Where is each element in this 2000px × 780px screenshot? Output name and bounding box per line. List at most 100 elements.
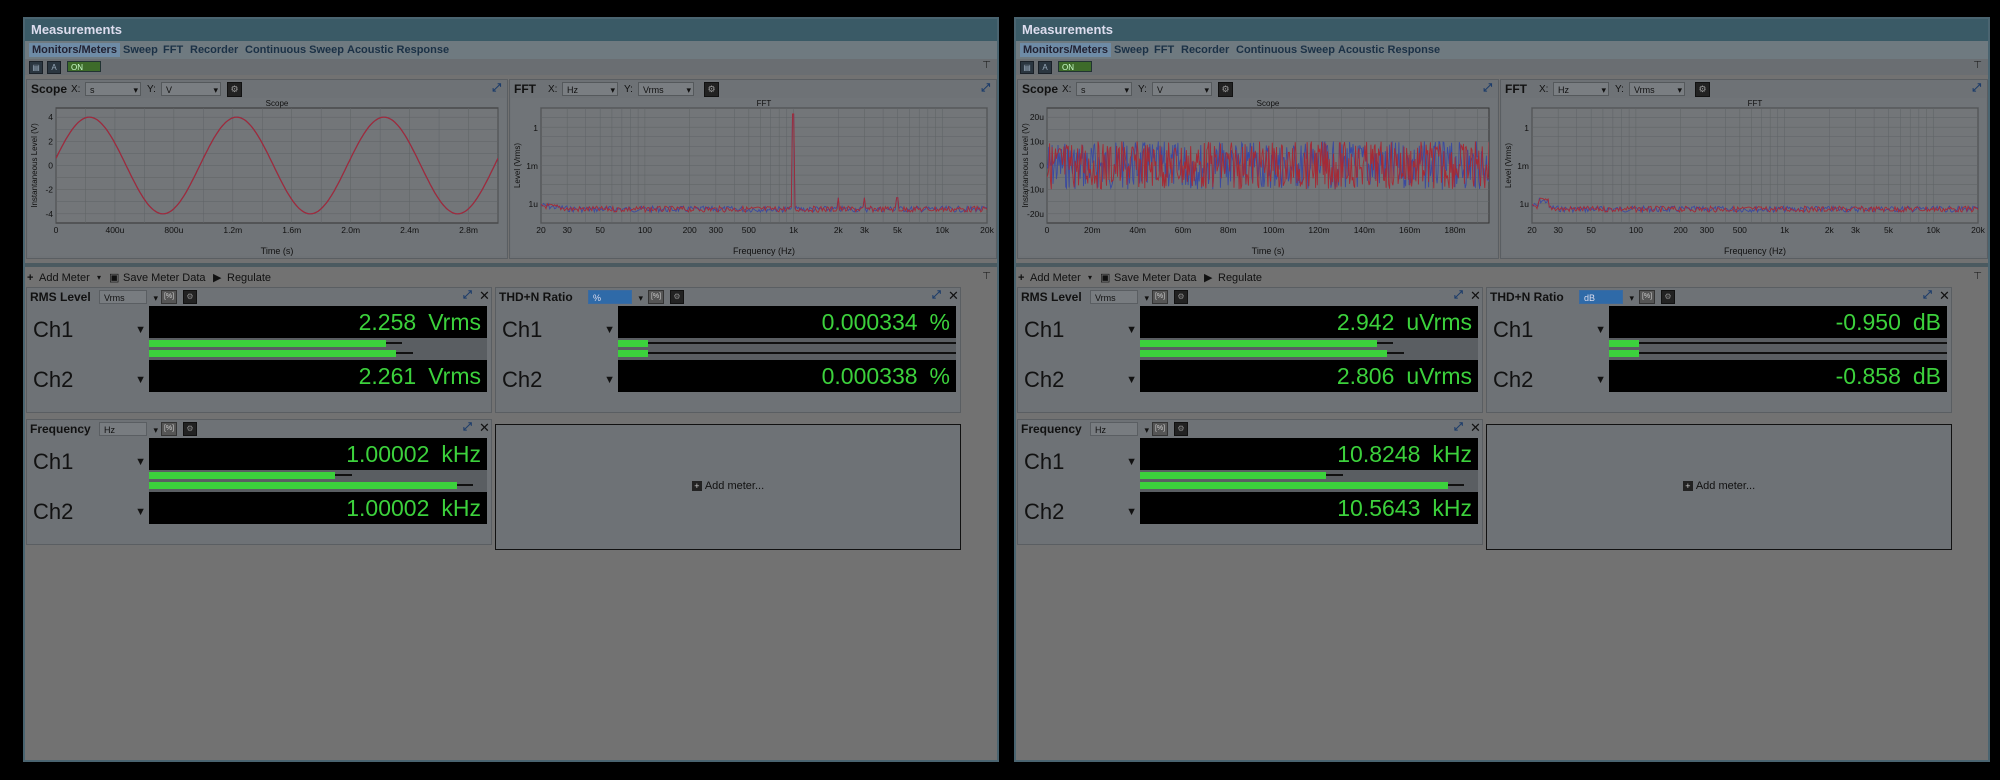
- x-tick-label: 50: [595, 225, 605, 235]
- regulate-button[interactable]: Regulate: [227, 271, 271, 285]
- pin-icon[interactable]: ⊤: [982, 271, 991, 282]
- ch2-selector[interactable]: Ch2 ▼: [30, 490, 148, 534]
- y-unit-select[interactable]: Vrms: [1629, 82, 1685, 97]
- x-unit-select[interactable]: Hz: [1553, 82, 1609, 97]
- meter-settings-icon[interactable]: ⚙: [1174, 290, 1188, 304]
- unit-select[interactable]: Vrms: [99, 290, 158, 305]
- meter-settings-icon[interactable]: ⚙: [1174, 422, 1188, 436]
- fft-graph[interactable]: FFT Frequency (Hz) Level (Vrms) 20 30 50 100 20…: [1502, 98, 1986, 256]
- scope-graph[interactable]: Scope Time (s) Instantaneous Level (V) 0 20m…: [1019, 98, 1497, 256]
- graph-settings-icon[interactable]: ⚙: [1695, 82, 1710, 97]
- add-meter-panel[interactable]: + Add meter...: [495, 424, 961, 550]
- tab-acoustic-response[interactable]: Acoustic Response: [347, 43, 449, 57]
- monitor-on-toggle[interactable]: ON: [1058, 61, 1092, 72]
- meter-settings-icon[interactable]: ⚙: [1661, 290, 1675, 304]
- close-icon[interactable]: ✕: [479, 420, 490, 436]
- ch1-selector[interactable]: Ch1 ▼: [1021, 308, 1139, 352]
- popout-icon[interactable]: ⤢: [492, 82, 501, 95]
- monitor-layout-icon[interactable]: ▤: [1020, 61, 1034, 74]
- graph-settings-icon[interactable]: ⚙: [1218, 82, 1233, 97]
- ch1-selector[interactable]: Ch1 ▼: [499, 308, 617, 352]
- ch2-selector[interactable]: Ch2 ▼: [1021, 490, 1139, 534]
- unit-select[interactable]: dB: [1579, 290, 1634, 305]
- dropdown-icon[interactable]: ▾: [1088, 271, 1092, 285]
- save-meter-data-button[interactable]: Save Meter Data: [1114, 271, 1197, 285]
- tab-acoustic-response[interactable]: Acoustic Response: [1338, 43, 1440, 57]
- tab-monitors-meters[interactable]: Monitors/Meters: [1020, 43, 1111, 57]
- dropdown-icon[interactable]: ▾: [97, 271, 101, 285]
- ch2-selector[interactable]: Ch2 ▼: [30, 358, 148, 402]
- graph-settings-icon[interactable]: ⚙: [704, 82, 719, 97]
- add-meter-button[interactable]: Add Meter: [1030, 271, 1081, 285]
- y-unit-select[interactable]: Vrms: [638, 82, 694, 97]
- add-meter-link[interactable]: + Add meter...: [496, 480, 960, 492]
- popout-icon[interactable]: ⤢: [1923, 289, 1932, 302]
- tab-fft[interactable]: FFT: [163, 43, 183, 57]
- close-icon[interactable]: ✕: [1470, 420, 1481, 436]
- add-meter-button[interactable]: Add Meter: [39, 271, 90, 285]
- unit-select[interactable]: Vrms: [1090, 290, 1149, 305]
- tab-continuous-sweep[interactable]: Continuous Sweep: [1236, 43, 1335, 57]
- monitor-on-toggle[interactable]: ON: [67, 61, 101, 72]
- popout-icon[interactable]: ⤢: [1483, 82, 1492, 95]
- display-format-icon[interactable]: [%]: [161, 290, 177, 304]
- display-format-icon[interactable]: [%]: [161, 422, 177, 436]
- popout-icon[interactable]: ⤢: [1454, 289, 1463, 302]
- close-icon[interactable]: ✕: [479, 288, 490, 304]
- save-meter-data-button[interactable]: Save Meter Data: [123, 271, 206, 285]
- add-meter-panel[interactable]: + Add meter...: [1486, 424, 1952, 550]
- splitter[interactable]: [1016, 263, 1988, 267]
- ch1-selector[interactable]: Ch1 ▼: [1490, 308, 1608, 352]
- unit-select[interactable]: Hz: [99, 422, 158, 437]
- ch1-selector[interactable]: Ch1 ▼: [30, 308, 148, 352]
- pin-icon[interactable]: ⊤: [982, 60, 991, 71]
- pin-icon[interactable]: ⊤: [1973, 60, 1982, 71]
- display-format-icon[interactable]: [%]: [1152, 290, 1168, 304]
- tab-sweep[interactable]: Sweep: [1114, 43, 1149, 57]
- y-axis-title: Instantaneous Level (V): [30, 123, 39, 208]
- ch2-selector[interactable]: Ch2 ▼: [1021, 358, 1139, 402]
- display-format-icon[interactable]: [%]: [1152, 422, 1168, 436]
- monitor-font-icon[interactable]: A: [1038, 61, 1052, 74]
- popout-icon[interactable]: ⤢: [463, 421, 472, 434]
- popout-icon[interactable]: ⤢: [463, 289, 472, 302]
- ch2-selector[interactable]: Ch2 ▼: [1490, 358, 1608, 402]
- regulate-button[interactable]: Regulate: [1218, 271, 1262, 285]
- y-unit-select[interactable]: V: [161, 82, 221, 97]
- graph-settings-icon[interactable]: ⚙: [227, 82, 242, 97]
- pin-icon[interactable]: ⊤: [1973, 271, 1982, 282]
- add-meter-link[interactable]: + Add meter...: [1487, 480, 1951, 492]
- unit-select[interactable]: %: [588, 290, 643, 305]
- monitor-font-icon[interactable]: A: [47, 61, 61, 74]
- ch2-selector[interactable]: Ch2 ▼: [499, 358, 617, 402]
- tab-continuous-sweep[interactable]: Continuous Sweep: [245, 43, 344, 57]
- close-icon[interactable]: ✕: [1470, 288, 1481, 304]
- display-format-icon[interactable]: [%]: [648, 290, 664, 304]
- x-unit-select[interactable]: s: [1076, 82, 1132, 97]
- tab-recorder[interactable]: Recorder: [190, 43, 238, 57]
- y-unit-select[interactable]: V: [1152, 82, 1212, 97]
- meter-settings-icon[interactable]: ⚙: [670, 290, 684, 304]
- tab-sweep[interactable]: Sweep: [123, 43, 158, 57]
- popout-icon[interactable]: ⤢: [981, 82, 990, 95]
- tab-monitors-meters[interactable]: Monitors/Meters: [29, 43, 120, 57]
- meter-settings-icon[interactable]: ⚙: [183, 422, 197, 436]
- display-format-icon[interactable]: [%]: [1639, 290, 1655, 304]
- splitter[interactable]: [25, 263, 997, 267]
- ch1-selector[interactable]: Ch1 ▼: [1021, 440, 1139, 484]
- popout-icon[interactable]: ⤢: [932, 289, 941, 302]
- x-unit-select[interactable]: s: [85, 82, 141, 97]
- tab-recorder[interactable]: Recorder: [1181, 43, 1229, 57]
- close-icon[interactable]: ✕: [1939, 288, 1950, 304]
- close-icon[interactable]: ✕: [948, 288, 959, 304]
- popout-icon[interactable]: ⤢: [1454, 421, 1463, 434]
- ch1-selector[interactable]: Ch1 ▼: [30, 440, 148, 484]
- tab-fft[interactable]: FFT: [1154, 43, 1174, 57]
- unit-select[interactable]: Hz: [1090, 422, 1149, 437]
- scope-graph[interactable]: Scope Time (s) Instantaneous Level (V) 0 400…: [28, 98, 506, 256]
- x-unit-select[interactable]: Hz: [562, 82, 618, 97]
- popout-icon[interactable]: ⤢: [1972, 82, 1981, 95]
- monitor-layout-icon[interactable]: ▤: [29, 61, 43, 74]
- meter-settings-icon[interactable]: ⚙: [183, 290, 197, 304]
- fft-graph[interactable]: FFT Frequency (Hz) Level (Vrms) 20 30 50 100 20…: [511, 98, 995, 256]
